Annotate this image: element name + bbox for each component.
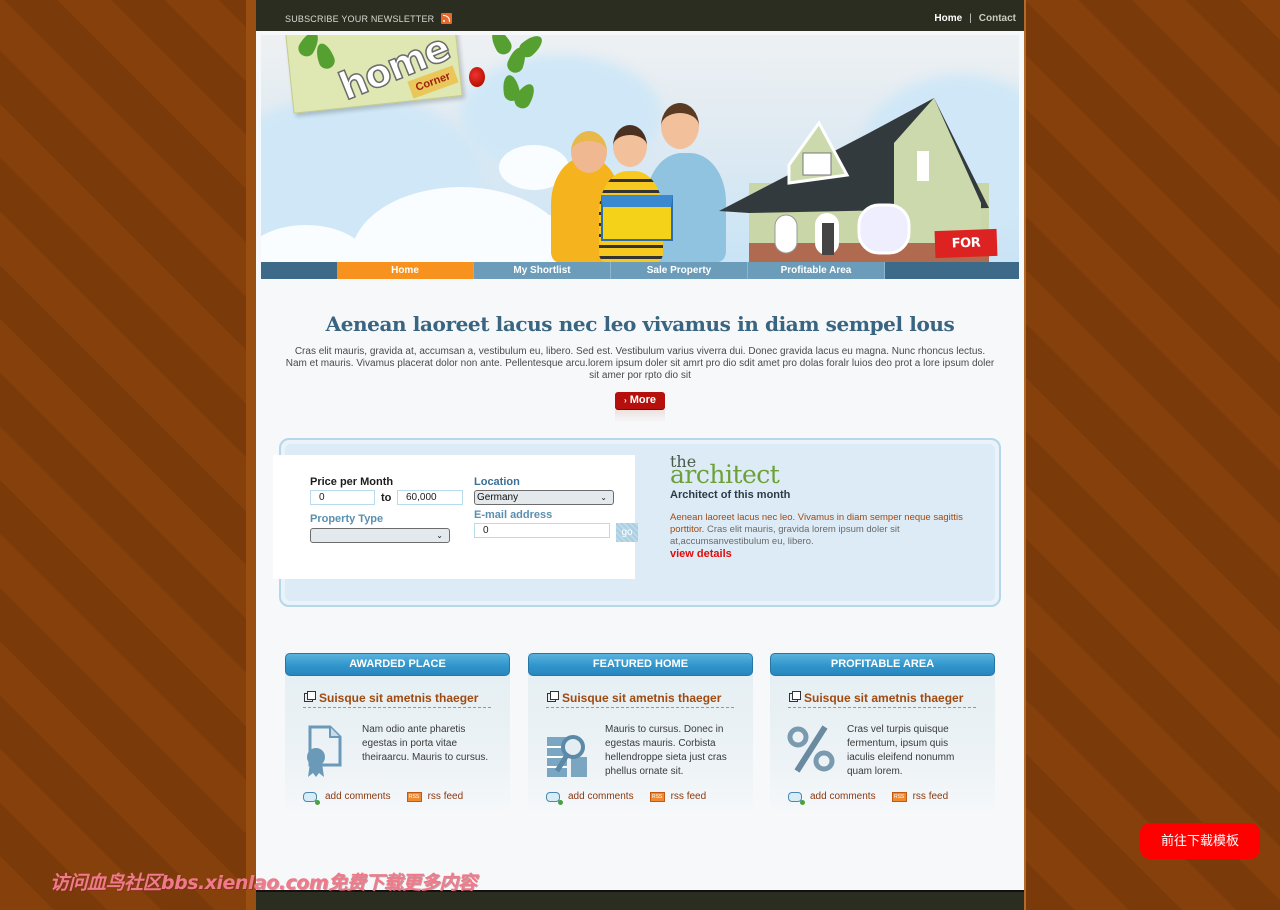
location-label: Location	[474, 476, 520, 488]
nav-my-shortlist[interactable]: My Shortlist	[474, 262, 611, 279]
certificate-icon	[302, 725, 344, 779]
card-title-link[interactable]: Suisque sit ametnis thaeger	[788, 691, 976, 708]
search-form: Price per Month 0 to 60,000 Property Typ…	[273, 455, 635, 579]
rss-icon[interactable]	[441, 13, 453, 24]
chevron-down-icon: ⌄	[600, 493, 607, 502]
arrow-right-icon: ›	[624, 396, 627, 405]
main-nav: Home My Shortlist Sale Property Profitab…	[261, 262, 1019, 279]
to-label: to	[381, 492, 392, 504]
card-header: PROFITABLE AREA	[770, 653, 995, 676]
card-links: add comments RSS rss feed	[788, 791, 949, 805]
architect-divider	[670, 581, 982, 582]
toy-house-icon	[601, 195, 673, 241]
download-template-button[interactable]: 前往下载模板	[1140, 823, 1260, 859]
rss-feed-link[interactable]: rss feed	[913, 791, 949, 802]
price-from-input[interactable]: 0	[310, 490, 375, 505]
comment-icon[interactable]	[546, 791, 563, 805]
card-text: Mauris to cursus. Donec in egestas mauri…	[605, 724, 727, 777]
left-border-stripe	[246, 0, 256, 910]
top-link-home[interactable]: Home	[934, 13, 962, 24]
father-head	[661, 103, 699, 149]
card-text: Nam odio ante pharetis egestas in porta …	[362, 724, 489, 763]
newsletter-link[interactable]: SUBSCRIBE YOUR NEWSLETTER	[285, 13, 453, 24]
intro-text: Cras elit mauris, gravida at, accumsan a…	[285, 346, 995, 381]
for-sale-sign: FOR SALE	[934, 228, 998, 259]
property-type-label: Property Type	[310, 513, 384, 525]
family-photo	[551, 103, 726, 262]
more-button-reflection	[615, 410, 665, 422]
card-links: add comments RSS rss feed	[546, 791, 707, 805]
location-value: Germany	[477, 492, 519, 503]
top-links: Home | Contact	[934, 13, 1016, 24]
architect-title: architect	[670, 460, 780, 489]
rss-icon[interactable]: RSS	[649, 791, 665, 802]
window-icon	[547, 691, 559, 702]
add-comments-link[interactable]: add comments	[810, 791, 876, 802]
rss-feed-link[interactable]: rss feed	[671, 791, 707, 802]
window-icon	[789, 691, 801, 702]
rss-icon[interactable]: RSS	[891, 791, 907, 802]
card-profitable-area: PROFITABLE AREA Suisque sit ametnis thae…	[770, 653, 995, 813]
more-button[interactable]: › More	[615, 392, 665, 409]
percent-icon	[787, 725, 835, 779]
add-comments-link[interactable]: add comments	[325, 791, 391, 802]
add-comments-link[interactable]: add comments	[568, 791, 634, 802]
window-icon	[304, 691, 316, 702]
card-header: AWARDED PLACE	[285, 653, 510, 676]
architect-subtitle: Architect of this month	[670, 489, 791, 501]
view-details-link[interactable]: view details	[670, 548, 732, 560]
card-title-link[interactable]: Suisque sit ametnis thaeger	[303, 691, 491, 708]
architect-text: Aenean laoreet lacus nec leo. Vivamus in…	[670, 512, 970, 548]
go-button[interactable]: go	[616, 523, 638, 542]
nav-sale-property[interactable]: Sale Property	[611, 262, 748, 279]
card-title-link[interactable]: Suisque sit ametnis thaeger	[546, 691, 734, 708]
email-input[interactable]: 0	[474, 523, 610, 538]
top-link-contact[interactable]: Contact	[979, 13, 1016, 24]
chevron-down-icon: ⌄	[436, 531, 443, 540]
magnifier-document-icon	[545, 725, 587, 779]
more-label: More	[629, 394, 656, 406]
card-title-text: Suisque sit ametnis thaeger	[319, 691, 479, 705]
ladybug-icon	[469, 67, 485, 87]
hero-banner: home Corner FOR	[261, 35, 1019, 262]
nav-home[interactable]: Home	[337, 262, 474, 279]
page-container: SUBSCRIBE YOUR NEWSLETTER Home | Contact…	[256, 0, 1024, 910]
card-text: Cras vel turpis quisque fermentum, ipsum…	[847, 724, 955, 777]
comment-icon[interactable]	[303, 791, 320, 805]
rss-icon[interactable]: RSS	[406, 791, 422, 802]
price-to-input[interactable]: 60,000	[397, 490, 463, 505]
rss-feed-link[interactable]: rss feed	[428, 791, 464, 802]
top-link-separator: |	[969, 13, 972, 24]
price-label: Price per Month	[310, 476, 394, 488]
email-label: E-mail address	[474, 509, 553, 521]
card-links: add comments RSS rss feed	[303, 791, 464, 805]
mother-head	[571, 131, 607, 173]
property-type-select[interactable]: ⌄	[310, 528, 450, 543]
location-select[interactable]: Germany ⌄	[474, 490, 614, 505]
card-awarded-place: AWARDED PLACE Suisque sit ametnis thaege…	[285, 653, 510, 813]
card-featured-home: FEATURED HOME Suisque sit ametnis thaege…	[528, 653, 753, 813]
top-bar: SUBSCRIBE YOUR NEWSLETTER Home | Contact	[256, 0, 1024, 31]
newsletter-label: SUBSCRIBE YOUR NEWSLETTER	[285, 13, 435, 24]
nav-profitable-area[interactable]: Profitable Area	[748, 262, 885, 279]
comment-icon[interactable]	[788, 791, 805, 805]
card-title-text: Suisque sit ametnis thaeger	[804, 691, 964, 705]
watermark-text: 访问血鸟社区bbs.xienlao.com免费下载更多内容	[50, 872, 477, 894]
intro-heading: Aenean laoreet lacus nec leo vivamus in …	[325, 312, 955, 336]
right-border-stripe	[1024, 0, 1026, 910]
boy-head	[613, 125, 647, 167]
card-header: FEATURED HOME	[528, 653, 753, 676]
architect-body: Cras elit mauris, gravida lorem ipsum do…	[670, 524, 900, 547]
card-title-text: Suisque sit ametnis thaeger	[562, 691, 722, 705]
